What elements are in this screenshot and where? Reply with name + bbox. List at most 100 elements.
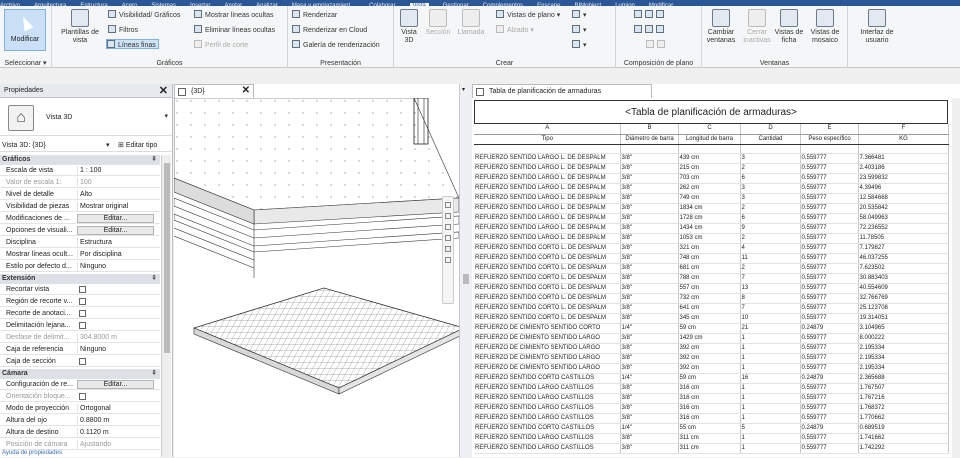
- table-cell[interactable]: 2: [740, 233, 801, 244]
- table-cell[interactable]: 6: [740, 213, 801, 224]
- table-cell[interactable]: 2.195334: [858, 353, 949, 364]
- orbit-icon[interactable]: [445, 224, 451, 230]
- table-cell[interactable]: 0.559777: [800, 213, 859, 224]
- table-cell[interactable]: REFUERZO SENTIDO LARGO CASTILLOS: [474, 443, 621, 454]
- table-cell[interactable]: 0.559777: [800, 383, 859, 394]
- table-cell[interactable]: 0.559777: [800, 363, 859, 374]
- steering-wheel-icon[interactable]: [445, 257, 451, 263]
- table-cell[interactable]: 3/8": [620, 363, 679, 374]
- section-header-camara[interactable]: Cámara ⇞: [0, 369, 160, 379]
- table-cell[interactable]: 0.559777: [800, 353, 859, 364]
- property-value[interactable]: 1 : 100: [77, 166, 158, 176]
- table-cell[interactable]: 40.554609: [858, 283, 949, 294]
- table-cell[interactable]: 3: [740, 153, 801, 164]
- revisions-button[interactable]: [634, 25, 667, 35]
- table-cell[interactable]: REFUERZO SENTIDO LARGO L. DE DESPALM: [474, 173, 621, 184]
- edit-button[interactable]: Editar...: [77, 214, 154, 223]
- table-cell[interactable]: 0.689519: [858, 423, 949, 434]
- view-reference-button[interactable]: [646, 40, 668, 50]
- table-cell[interactable]: 59 cm: [678, 373, 741, 384]
- table-cell[interactable]: 316 cm: [678, 403, 741, 414]
- table-cell[interactable]: 7.179827: [858, 243, 949, 254]
- table-cell[interactable]: 1.768372: [858, 403, 949, 414]
- table-cell[interactable]: 72.236552: [858, 223, 949, 234]
- table-cell[interactable]: 321 cm: [678, 243, 741, 254]
- collapse-icon[interactable]: ⇞: [151, 369, 157, 379]
- table-cell[interactable]: REFUERZO DE CIMIENTO SENTIDO LARGO: [474, 353, 621, 364]
- tab-3d-view[interactable]: {3D} ✕: [174, 84, 254, 98]
- table-cell[interactable]: 0.559777: [800, 303, 859, 314]
- sheet-button[interactable]: [634, 10, 667, 20]
- zoom-window-icon[interactable]: [445, 235, 451, 241]
- table-cell[interactable]: Diámetro de barra: [620, 134, 679, 145]
- table-cell[interactable]: 1/4": [620, 423, 679, 434]
- table-cell[interactable]: 4: [740, 243, 801, 254]
- scrollbar-thumb[interactable]: [463, 274, 469, 284]
- checkbox[interactable]: [79, 310, 86, 317]
- zoom-icon[interactable]: [445, 202, 451, 208]
- navigation-bar[interactable]: [442, 196, 454, 304]
- table-cell[interactable]: Longitud de barra: [678, 134, 741, 145]
- table-cell[interactable]: A: [474, 124, 621, 135]
- table-cell[interactable]: 311 cm: [678, 433, 741, 444]
- filters-button[interactable]: Filtros: [108, 25, 138, 35]
- table-cell[interactable]: REFUERZO SENTIDO CORTO L. DE DESPALM: [474, 243, 621, 254]
- property-value[interactable]: Estructura: [77, 238, 158, 248]
- table-cell[interactable]: 3/8": [620, 193, 679, 204]
- select-group-title[interactable]: Seleccionar ▾: [0, 59, 51, 67]
- table-cell[interactable]: Peso específico: [800, 134, 859, 145]
- table-cell[interactable]: 6: [740, 173, 801, 184]
- section-button[interactable]: Sección: [424, 9, 452, 37]
- table-cell[interactable]: 59 cm: [678, 323, 741, 334]
- table-cell[interactable]: 3/8": [620, 343, 679, 354]
- table-cell[interactable]: REFUERZO DE CIMIENTO SENTIDO LARGO: [474, 333, 621, 344]
- table-cell[interactable]: 3/8": [620, 263, 679, 274]
- render-gallery-button[interactable]: Galería de renderización: [292, 40, 380, 50]
- table-cell[interactable]: 1.767507: [858, 383, 949, 394]
- table-cell[interactable]: C: [678, 124, 741, 135]
- table-cell[interactable]: 0.559777: [800, 233, 859, 244]
- table-cell[interactable]: 311 cm: [678, 443, 741, 454]
- table-cell[interactable]: 1: [740, 383, 801, 394]
- property-value[interactable]: Ninguno: [77, 262, 158, 272]
- checkbox[interactable]: [79, 393, 86, 400]
- edit-type-button[interactable]: ⊞ Editar tipo: [118, 139, 157, 152]
- table-cell[interactable]: REFUERZO SENTIDO LARGO CASTILLOS: [474, 433, 621, 444]
- property-value[interactable]: 0.8800 m: [77, 416, 158, 426]
- table-cell[interactable]: 0.559777: [800, 243, 859, 254]
- table-cell[interactable]: 2: [740, 203, 801, 214]
- table-cell[interactable]: 2.195334: [858, 363, 949, 374]
- type-selector[interactable]: ⌂ Vista 3D ▾: [0, 100, 172, 136]
- table-cell[interactable]: REFUERZO SENTIDO CORTO CASTILLOS: [474, 423, 621, 434]
- remove-hidden-lines-button[interactable]: Eliminar líneas ocultas: [194, 25, 275, 35]
- table-cell[interactable]: REFUERZO SENTIDO LARGO CASTILLOS: [474, 393, 621, 404]
- view-templates-button[interactable]: Plantillas de vista: [58, 9, 102, 45]
- property-value[interactable]: 0.1120 m: [77, 428, 158, 438]
- 3d-model-canvas[interactable]: [174, 98, 471, 457]
- close-icon[interactable]: ✕: [159, 84, 168, 98]
- schedule-panel[interactable]: Tabla de planificación de armaduras <Tab…: [472, 84, 960, 457]
- section-header-extension[interactable]: Extensión ⇞: [0, 274, 160, 284]
- plan-views-button[interactable]: Vistas de plano ▾: [496, 10, 560, 20]
- table-cell[interactable]: 0.24879: [800, 423, 859, 434]
- table-cell[interactable]: 0.559777: [800, 433, 859, 444]
- table-cell[interactable]: 3/8": [620, 223, 679, 234]
- table-cell[interactable]: 732 cm: [678, 293, 741, 304]
- table-cell[interactable]: 7: [740, 303, 801, 314]
- table-cell[interactable]: REFUERZO SENTIDO CORTO L. DE DESPALM: [474, 313, 621, 324]
- table-cell[interactable]: 1.770662: [858, 413, 949, 424]
- table-cell[interactable]: 1: [740, 433, 801, 444]
- close-inactive-button[interactable]: Cerrar inactivas: [742, 9, 772, 45]
- table-cell[interactable]: 0.559777: [800, 203, 859, 214]
- table-cell[interactable]: 0.559777: [800, 443, 859, 454]
- table-cell[interactable]: 1: [740, 393, 801, 404]
- table-cell[interactable]: 316 cm: [678, 393, 741, 404]
- table-cell[interactable]: 557 cm: [678, 283, 741, 294]
- schedule-scrollbar[interactable]: [952, 98, 960, 457]
- table-cell[interactable]: 13: [740, 283, 801, 294]
- table-cell[interactable]: 3/8": [620, 383, 679, 394]
- table-cell[interactable]: REFUERZO SENTIDO CORTO L. DE DESPALM: [474, 263, 621, 274]
- table-cell[interactable]: 0.559777: [800, 173, 859, 184]
- table-cell[interactable]: E: [800, 124, 859, 135]
- table-cell[interactable]: 439 cm: [678, 153, 741, 164]
